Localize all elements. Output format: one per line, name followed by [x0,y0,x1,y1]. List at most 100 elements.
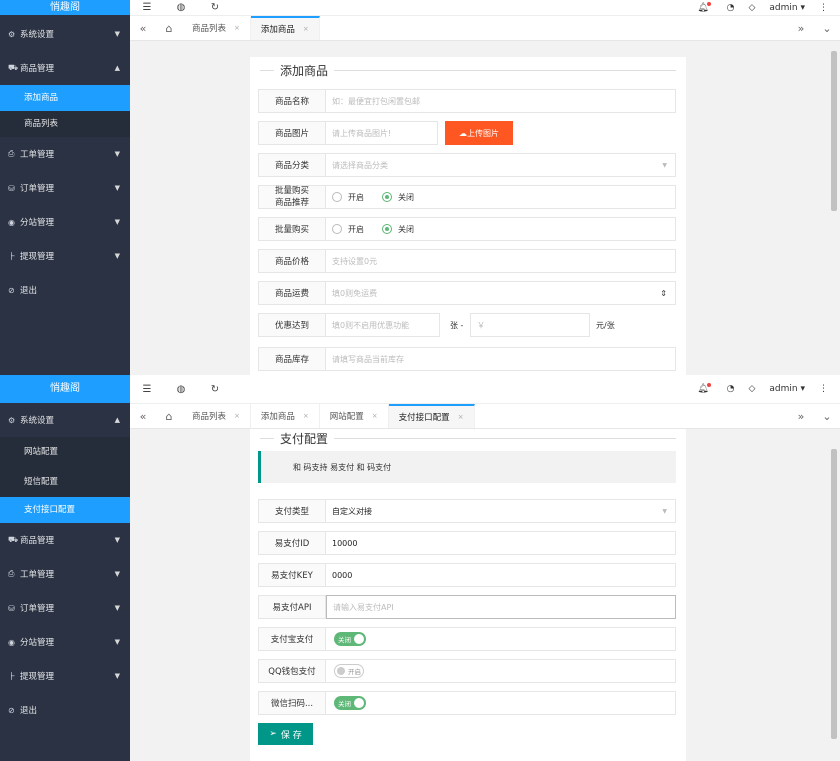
user-menu[interactable]: admin ▾ [769,384,805,394]
refresh-icon[interactable]: ↻ [198,2,232,13]
user-menu[interactable]: admin ▾ [769,3,805,13]
category-select[interactable]: 请选择商品分类 ▼ [326,153,676,177]
theme-icon[interactable]: ◔ [727,3,735,13]
chevron-down-icon[interactable]: ⌄ [814,16,840,40]
chevron-down-icon: ▼ [114,30,120,38]
upload-image-button[interactable]: ☁ 上传图片 [445,121,513,145]
qqpay-toggle[interactable]: 开启 [334,664,364,678]
sidebar-item-orders[interactable]: ⛁ 订单管理 ▼ [0,171,130,205]
globe-icon[interactable]: ◍ [164,2,198,13]
sidebar-item-logout[interactable]: ⊘ 退出 [0,273,130,307]
more-icon[interactable]: ⋮ [819,3,828,13]
tab-payment-config[interactable]: 支付接口配置 × [388,404,475,428]
tag-icon[interactable]: ◇ [749,3,756,13]
field-label: QQ钱包支付 [258,659,326,683]
button-label: 上传图片 [467,128,499,138]
sidebar-subitem-payment-config[interactable]: 支付接口配置 [0,497,130,523]
sidebar-item-withdraw[interactable]: ⺊ 提现管理 ▼ [0,239,130,273]
product-image-input[interactable]: 请上传商品图片! [326,121,438,145]
sidebar-item-withdraw[interactable]: ⺊ 提现管理 ▼ [0,659,130,693]
close-icon[interactable]: × [458,413,464,421]
bell-icon[interactable]: 🔔︎ [697,383,712,394]
close-icon[interactable]: × [234,24,240,32]
overlay-label: 商品推荐 [274,198,309,208]
refresh-icon[interactable]: ↻ [198,384,232,395]
scrollbar-thumb[interactable] [831,51,837,211]
field-label: 批量购买 商品推荐 [258,185,326,209]
sidebar-subitem-sms-config[interactable]: 短信配置 [0,467,130,497]
sidebar-item-tickets[interactable]: ⎙ 工单管理 ▼ [0,557,130,591]
save-button[interactable]: ➢ 保 存 [258,723,313,745]
sidebar-subitem-site-config[interactable]: 网站配置 [0,437,130,467]
tabs-next-icon[interactable]: » [788,404,814,428]
scrollbar[interactable] [828,41,840,375]
radio-off[interactable]: 关闭 [382,192,414,203]
shield-icon: ⊘ [8,705,15,715]
home-icon[interactable]: ⌂ [156,16,182,40]
sidebar-item-substations[interactable]: ◉ 分站管理 ▼ [0,625,130,659]
epay-key-input[interactable]: 0000 [326,563,676,587]
sidebar-item-label: 订单管理 [20,604,55,614]
menu-toggle-icon[interactable]: ☰ [130,2,164,13]
scrollbar-thumb[interactable] [831,449,837,739]
tabs-prev-icon[interactable]: « [130,16,156,40]
screenshot-add-product: 悄趣阁 ⚙ 系统设置 ▼ ⛟ 商品管理 ▲ 添加商品 商品列表 ⎙ 工单管理 ▼… [0,0,840,375]
pay-type-select[interactable]: 自定义对接 ▼ [326,499,676,523]
epay-id-input[interactable]: 10000 [326,531,676,555]
tab-site-config[interactable]: 网站配置 × [320,404,389,428]
radio-on[interactable]: 开启 [332,224,364,235]
close-icon[interactable]: × [303,412,309,420]
chevron-down-icon: ▼ [114,604,120,612]
tab-add-product[interactable]: 添加商品 × [251,404,320,428]
sidebar-item-system[interactable]: ⚙ 系统设置 ▲ [0,403,130,437]
chevron-down-icon[interactable]: ⌄ [814,404,840,428]
home-icon[interactable]: ⌂ [156,404,182,428]
close-icon[interactable]: × [372,412,378,420]
wxpay-toggle[interactable]: 关闭 [334,696,366,710]
discount-count-input[interactable]: 填0则不启用优惠功能 [326,313,440,337]
scrollbar[interactable] [828,441,840,761]
shipping-input[interactable]: 填0则免运费 ⇕ [326,281,676,305]
tag-icon[interactable]: ◇ [749,384,756,394]
discount-price-input[interactable]: ￥ [470,313,590,337]
stock-input[interactable]: 请填写商品当前库存 [326,347,676,371]
tabs-prev-icon[interactable]: « [130,404,156,428]
globe-icon[interactable]: ◍ [164,384,198,395]
form-row-qqpay: QQ钱包支付 开启 [258,659,676,683]
tab-bar: « ⌂ 商品列表 × 添加商品 × » ⌄ [130,15,840,41]
price-input[interactable]: 支持设置0元 [326,249,676,273]
close-icon[interactable]: × [234,412,240,420]
sidebar-item-substations[interactable]: ◉ 分站管理 ▼ [0,205,130,239]
menu-toggle-icon[interactable]: ☰ [130,384,164,395]
sidebar-item-products[interactable]: ⛟ 商品管理 ▲ [0,51,130,85]
epay-api-input[interactable]: 请输入易支付API [326,595,676,619]
sidebar-subitem-add-product[interactable]: 添加商品 [0,85,130,111]
alipay-toggle[interactable]: 关闭 [334,632,366,646]
ticket-icon: ⎙ [8,149,15,158]
theme-icon[interactable]: ◔ [727,384,735,394]
sidebar-item-logout[interactable]: ⊘ 退出 [0,693,130,727]
spinner-icon[interactable]: ⇕ [660,289,667,298]
tabs-next-icon[interactable]: » [788,16,814,40]
overlay-label: 批量购买 [274,186,309,196]
tab-add-product[interactable]: 添加商品 × [250,16,320,40]
field-label: 商品运费 [258,281,326,305]
tab-product-list[interactable]: 商品列表 × [182,404,251,428]
sidebar-item-products[interactable]: ⛟ 商品管理 ▼ [0,523,130,557]
chevron-down-icon: ▼ [114,218,120,226]
radio-off[interactable]: 关闭 [382,224,414,235]
close-icon[interactable]: × [303,25,309,33]
bell-icon[interactable]: 🔔︎ [697,1,712,13]
sidebar-item-orders[interactable]: ⛁ 订单管理 ▼ [0,591,130,625]
form-row-shipping: 商品运费 填0则免运费 ⇕ [258,281,676,305]
product-name-input[interactable]: 如：最便宜打包闲置包邮 [326,89,676,113]
more-icon[interactable]: ⋮ [819,384,828,394]
logo: 悄趣阁 [0,0,130,15]
shield-icon: ⊘ [8,285,15,295]
radio-on[interactable]: 开启 [332,192,364,203]
tab-product-list[interactable]: 商品列表 × [182,16,251,40]
chevron-down-icon: ▼ [114,672,120,680]
sidebar-subitem-product-list[interactable]: 商品列表 [0,111,130,137]
sidebar-item-tickets[interactable]: ⎙ 工单管理 ▼ [0,137,130,171]
sidebar-item-system[interactable]: ⚙ 系统设置 ▼ [0,17,130,51]
